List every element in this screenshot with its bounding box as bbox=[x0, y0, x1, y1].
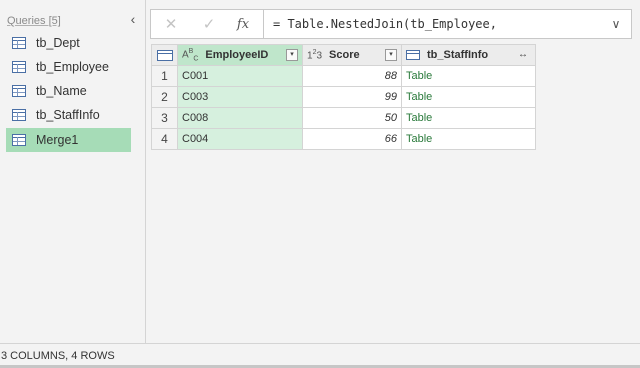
main-area: ✕ ✓ fx = Table.NestedJoin(tb_Employee, ∨… bbox=[147, 0, 640, 343]
formula-bar: ✕ ✓ fx = Table.NestedJoin(tb_Employee, ∨ bbox=[150, 9, 632, 39]
row-number[interactable]: 4 bbox=[151, 128, 178, 150]
row-number[interactable]: 1 bbox=[151, 65, 178, 87]
cell-employeeid[interactable]: C001 bbox=[177, 65, 303, 87]
table-icon bbox=[12, 37, 26, 49]
cell-employeeid[interactable]: C008 bbox=[177, 107, 303, 129]
table-row: 3 C008 50 Table bbox=[151, 107, 536, 129]
column-header-label: tb_StaffInfo bbox=[427, 49, 489, 61]
expand-column-icon[interactable]: ↔ bbox=[515, 49, 531, 61]
chevron-down-icon[interactable]: ∨ bbox=[609, 17, 623, 31]
filter-dropdown-icon[interactable]: ▾ bbox=[286, 48, 298, 61]
cell-score[interactable]: 99 bbox=[302, 86, 402, 108]
formula-bar-divider bbox=[263, 10, 264, 38]
formula-input[interactable]: = Table.NestedJoin(tb_Employee, bbox=[273, 17, 497, 31]
table-row: 2 C003 99 Table bbox=[151, 86, 536, 108]
table-menu-button[interactable] bbox=[151, 44, 178, 66]
fx-icon[interactable]: fx bbox=[231, 15, 255, 35]
table-icon bbox=[12, 134, 26, 146]
collapse-pane-icon[interactable]: ‹ bbox=[126, 11, 140, 27]
cell-table-link[interactable]: Table bbox=[401, 65, 536, 87]
queries-pane: Queries [5] ‹ tb_Dept tb_Employee tb_Nam… bbox=[0, 0, 146, 343]
filter-dropdown-icon[interactable]: ▾ bbox=[385, 48, 397, 61]
column-header-employeeid[interactable]: ABC EmployeeID ▾ bbox=[177, 44, 303, 66]
column-header-label: EmployeeID bbox=[205, 48, 269, 61]
table-icon bbox=[406, 50, 420, 60]
queries-pane-title[interactable]: Queries [5] bbox=[7, 15, 61, 27]
number-type-icon[interactable]: 123 bbox=[307, 49, 322, 61]
text-type-icon[interactable]: ABC bbox=[182, 48, 198, 62]
query-item-tb-dept[interactable]: tb_Dept bbox=[6, 31, 131, 55]
table-icon bbox=[12, 85, 26, 97]
power-query-editor: Queries [5] ‹ tb_Dept tb_Employee tb_Nam… bbox=[0, 0, 640, 368]
column-header-label: Score bbox=[329, 48, 360, 61]
query-item-tb-employee[interactable]: tb_Employee bbox=[6, 55, 131, 79]
cell-table-link[interactable]: Table bbox=[401, 107, 536, 129]
cell-employeeid[interactable]: C004 bbox=[177, 128, 303, 150]
table-icon bbox=[12, 61, 26, 73]
query-item-label: tb_Name bbox=[36, 84, 87, 98]
column-header-tb-staffinfo[interactable]: tb_StaffInfo ↔ bbox=[401, 44, 536, 66]
query-item-merge1[interactable]: Merge1 bbox=[6, 128, 131, 152]
query-item-label: tb_StaffInfo bbox=[36, 108, 100, 122]
column-header-score[interactable]: 123 Score ▾ bbox=[302, 44, 402, 66]
close-icon[interactable]: ✕ bbox=[159, 15, 183, 35]
query-item-label: tb_Employee bbox=[36, 60, 109, 74]
check-icon[interactable]: ✓ bbox=[197, 15, 221, 35]
query-item-label: Merge1 bbox=[36, 133, 79, 147]
table-icon bbox=[156, 49, 173, 61]
status-text: 3 COLUMNS, 4 ROWS bbox=[1, 350, 115, 362]
status-bar: 3 COLUMNS, 4 ROWS bbox=[0, 343, 640, 368]
row-number[interactable]: 2 bbox=[151, 86, 178, 108]
cell-table-link[interactable]: Table bbox=[401, 128, 536, 150]
query-item-label: tb_Dept bbox=[36, 36, 80, 50]
table-icon bbox=[12, 109, 26, 121]
query-item-tb-staffinfo[interactable]: tb_StaffInfo bbox=[6, 103, 131, 127]
row-number[interactable]: 3 bbox=[151, 107, 178, 129]
cell-employeeid[interactable]: C003 bbox=[177, 86, 303, 108]
cell-score[interactable]: 88 bbox=[302, 65, 402, 87]
cell-score[interactable]: 66 bbox=[302, 128, 402, 150]
cell-score[interactable]: 50 bbox=[302, 107, 402, 129]
table-row: 4 C004 66 Table bbox=[151, 128, 536, 150]
data-grid: ABC EmployeeID ▾ 123 Score ▾ tb_StaffInf… bbox=[151, 44, 536, 150]
cell-table-link[interactable]: Table bbox=[401, 86, 536, 108]
query-item-tb-name[interactable]: tb_Name bbox=[6, 79, 131, 103]
table-row: 1 C001 88 Table bbox=[151, 65, 536, 87]
